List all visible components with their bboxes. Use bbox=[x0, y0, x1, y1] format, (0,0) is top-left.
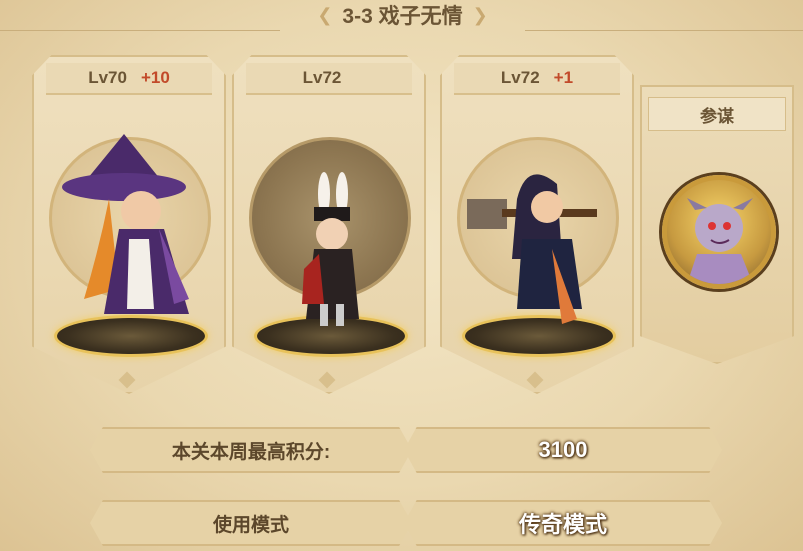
stage-title: ❮ 3-3 戏子无情 ❯ bbox=[290, 0, 515, 30]
hero-sprite-witch bbox=[49, 129, 199, 329]
card-gem-icon bbox=[118, 371, 136, 389]
strategist-label: 参谋 bbox=[648, 97, 786, 131]
hero-level: Lv72 bbox=[500, 68, 540, 87]
title-divider-left bbox=[0, 30, 280, 31]
score-value-row: 3100 bbox=[404, 427, 722, 473]
hero-level-banner: Lv72 +1 bbox=[454, 63, 620, 95]
score-label-row: 本关本周最高积分: bbox=[90, 427, 412, 473]
hero-level-banner: Lv72 bbox=[246, 63, 412, 95]
card-gem-icon bbox=[526, 371, 544, 389]
hero-level-banner: Lv70 +10 bbox=[46, 63, 212, 95]
legend-mode-button[interactable]: 传奇模式 bbox=[404, 500, 722, 546]
legend-mode-label: 传奇模式 bbox=[518, 512, 607, 537]
score-value: 3100 bbox=[538, 437, 588, 462]
hero-level: Lv70 bbox=[88, 68, 127, 87]
right-ornament-icon: ❯ bbox=[472, 4, 488, 25]
card-gem-icon bbox=[318, 371, 336, 389]
hero-card-1[interactable]: Lv70 +10 bbox=[32, 55, 226, 394]
normal-mode-label: 使用模式 bbox=[212, 514, 289, 536]
strategist-portrait[interactable] bbox=[662, 175, 776, 289]
stage-title-text: 3-3 戏子无情 bbox=[342, 5, 463, 28]
left-ornament-icon: ❮ bbox=[317, 4, 333, 25]
title-divider-right bbox=[525, 30, 803, 31]
hero-card-2[interactable]: Lv72 bbox=[232, 55, 426, 394]
hero-sprite-bunny bbox=[284, 129, 374, 329]
hero-card-3[interactable]: Lv72 +1 bbox=[440, 55, 634, 394]
normal-mode-button[interactable]: 使用模式 bbox=[90, 500, 412, 546]
score-label: 本关本周最高积分: bbox=[171, 441, 331, 463]
hero-bonus: +1 bbox=[553, 68, 574, 87]
hero-level: Lv72 bbox=[302, 68, 342, 87]
hero-sprite-hammer bbox=[462, 129, 612, 329]
strategist-slot[interactable]: 参谋 bbox=[640, 85, 794, 364]
hero-bonus: +10 bbox=[140, 68, 170, 87]
